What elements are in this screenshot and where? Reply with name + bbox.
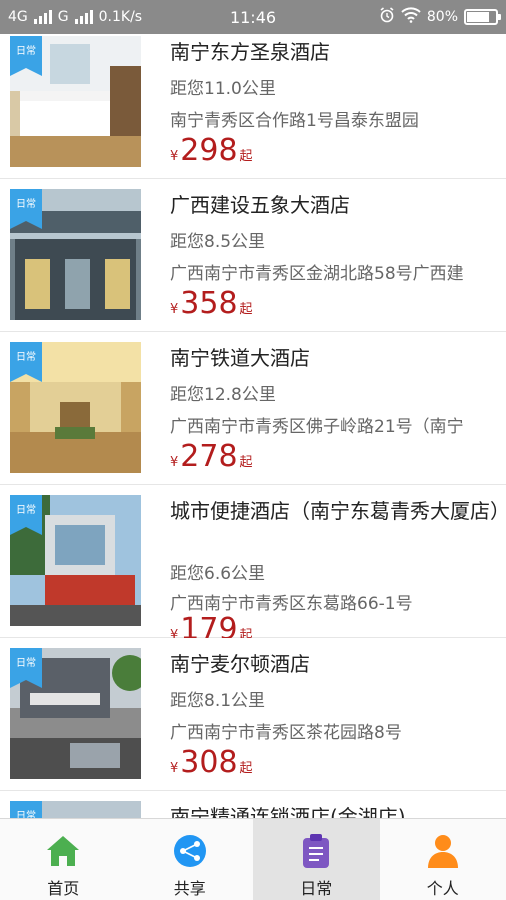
tab-home[interactable]: 首页 [0, 819, 127, 900]
hotel-photo: 日常 [10, 36, 141, 167]
share-icon [172, 833, 208, 869]
hotel-name: 广西建设五象大酒店 [170, 193, 350, 217]
battery-percent: 80% [426, 9, 458, 25]
price-suffix: 起 [239, 149, 253, 164]
hotel-distance: 距您6.6公里 [170, 564, 266, 584]
hotel-price: ¥ 308 起 [170, 746, 253, 780]
tab-label: 首页 [47, 879, 80, 898]
status-left: 4G G 0.1K/s [8, 9, 142, 25]
network-type-g: G [57, 9, 69, 25]
hotel-name: 南宁麦尔顿酒店 [170, 652, 310, 676]
clipboard-icon [298, 833, 334, 869]
hotel-distance: 距您11.0公里 [170, 79, 276, 99]
hotel-price: ¥ 358 起 [170, 287, 253, 321]
currency-symbol: ¥ [170, 149, 179, 164]
tab-label: 日常 [300, 879, 333, 898]
daily-tag: 日常 [10, 189, 42, 229]
hotel-name: 城市便捷酒店（南宁东葛青秀大厦店） [170, 499, 506, 523]
daily-tag: 日常 [10, 342, 42, 382]
status-right: 80% [379, 7, 501, 27]
hotel-photo: 日常 [10, 189, 141, 320]
hotel-list-item[interactable]: 日常 广西建设五象大酒店 距您8.5公里 广西南宁市青秀区金湖北路58号广西建 … [0, 179, 506, 332]
daily-tag: 日常 [10, 648, 42, 688]
network-speed: 0.1K/s [98, 9, 143, 25]
hotel-distance: 距您8.5公里 [170, 232, 266, 252]
hotel-address: 广西南宁市青秀区佛子岭路21号（南宁 [170, 417, 464, 437]
hotel-list-item[interactable]: 日常 南宁铁道大酒店 距您12.8公里 广西南宁市青秀区佛子岭路21号（南宁 ¥… [0, 332, 506, 485]
hotel-list-item[interactable]: 日常 城市便捷酒店（南宁东葛青秀大厦店） 距您6.6公里 广西南宁市青秀区东葛路… [0, 485, 506, 647]
price-value: 298 [180, 133, 238, 168]
price-value: 278 [180, 439, 238, 474]
tab-profile[interactable]: 个人 [380, 819, 506, 900]
hotel-address: 广西南宁市青秀区东葛路66-1号 [170, 594, 413, 614]
daily-tag: 日常 [10, 801, 42, 818]
hotel-price: ¥ 298 起 [170, 134, 253, 168]
tab-label: 共享 [173, 879, 206, 898]
tab-daily[interactable]: 日常 [253, 819, 380, 900]
hotel-list-item[interactable]: 日常 南宁东方圣泉酒店 距您11.0公里 南宁青秀区合作路1号昌泰东盟园 ¥ 2… [0, 34, 506, 179]
hotel-photo: 日常 [10, 495, 141, 626]
wifi-icon [401, 7, 421, 27]
hotel-photo: 日常 [10, 801, 141, 818]
daily-tag: 日常 [10, 36, 42, 76]
signal-icon [33, 10, 52, 24]
hotel-address: 广西南宁市青秀区茶花园路8号 [170, 723, 402, 743]
hotel-photo: 日常 [10, 648, 141, 779]
currency-symbol: ¥ [170, 761, 179, 776]
hotel-distance: 距您8.1公里 [170, 691, 266, 711]
hotel-list-item[interactable]: 日常 南宁麦尔顿酒店 距您8.1公里 广西南宁市青秀区茶花园路8号 ¥ 308 … [0, 638, 506, 791]
status-bar: 4G G 0.1K/s 11:46 80% [0, 0, 506, 34]
person-icon [425, 833, 461, 869]
bottom-tab-bar: 首页 共享 日常 个人 [0, 818, 506, 900]
hotel-address: 广西南宁市青秀区金湖北路58号广西建 [170, 264, 464, 284]
battery-icon [464, 9, 501, 25]
signal-icon-2 [74, 10, 93, 24]
price-value: 358 [180, 286, 238, 321]
price-suffix: 起 [239, 761, 253, 776]
tab-share[interactable]: 共享 [127, 819, 254, 900]
hotel-list-content: 日常 南宁东方圣泉酒店 距您11.0公里 南宁青秀区合作路1号昌泰东盟园 ¥ 2… [0, 34, 506, 818]
hotel-photo: 日常 [10, 342, 141, 473]
currency-symbol: ¥ [170, 455, 179, 470]
hotel-price: ¥ 278 起 [170, 440, 253, 474]
daily-tag: 日常 [10, 495, 42, 535]
hotel-list[interactable]: 日常 南宁东方圣泉酒店 距您11.0公里 南宁青秀区合作路1号昌泰东盟园 ¥ 2… [0, 34, 506, 818]
alarm-icon [379, 7, 395, 27]
hotel-address: 南宁青秀区合作路1号昌泰东盟园 [170, 111, 419, 131]
hotel-name: 南宁东方圣泉酒店 [170, 40, 330, 64]
price-value: 308 [180, 745, 238, 780]
hotel-list-item[interactable]: 日常 南宁精通连锁酒店(金湖店) [0, 791, 506, 818]
hotel-distance: 距您12.8公里 [170, 385, 276, 405]
tab-label: 个人 [426, 879, 459, 898]
hotel-name: 南宁精通连锁酒店(金湖店) [170, 805, 406, 818]
price-suffix: 起 [239, 455, 253, 470]
price-suffix: 起 [239, 302, 253, 317]
hotel-name: 南宁铁道大酒店 [170, 346, 310, 370]
home-icon [45, 833, 81, 869]
currency-symbol: ¥ [170, 302, 179, 317]
network-type-4g: 4G [8, 9, 28, 25]
